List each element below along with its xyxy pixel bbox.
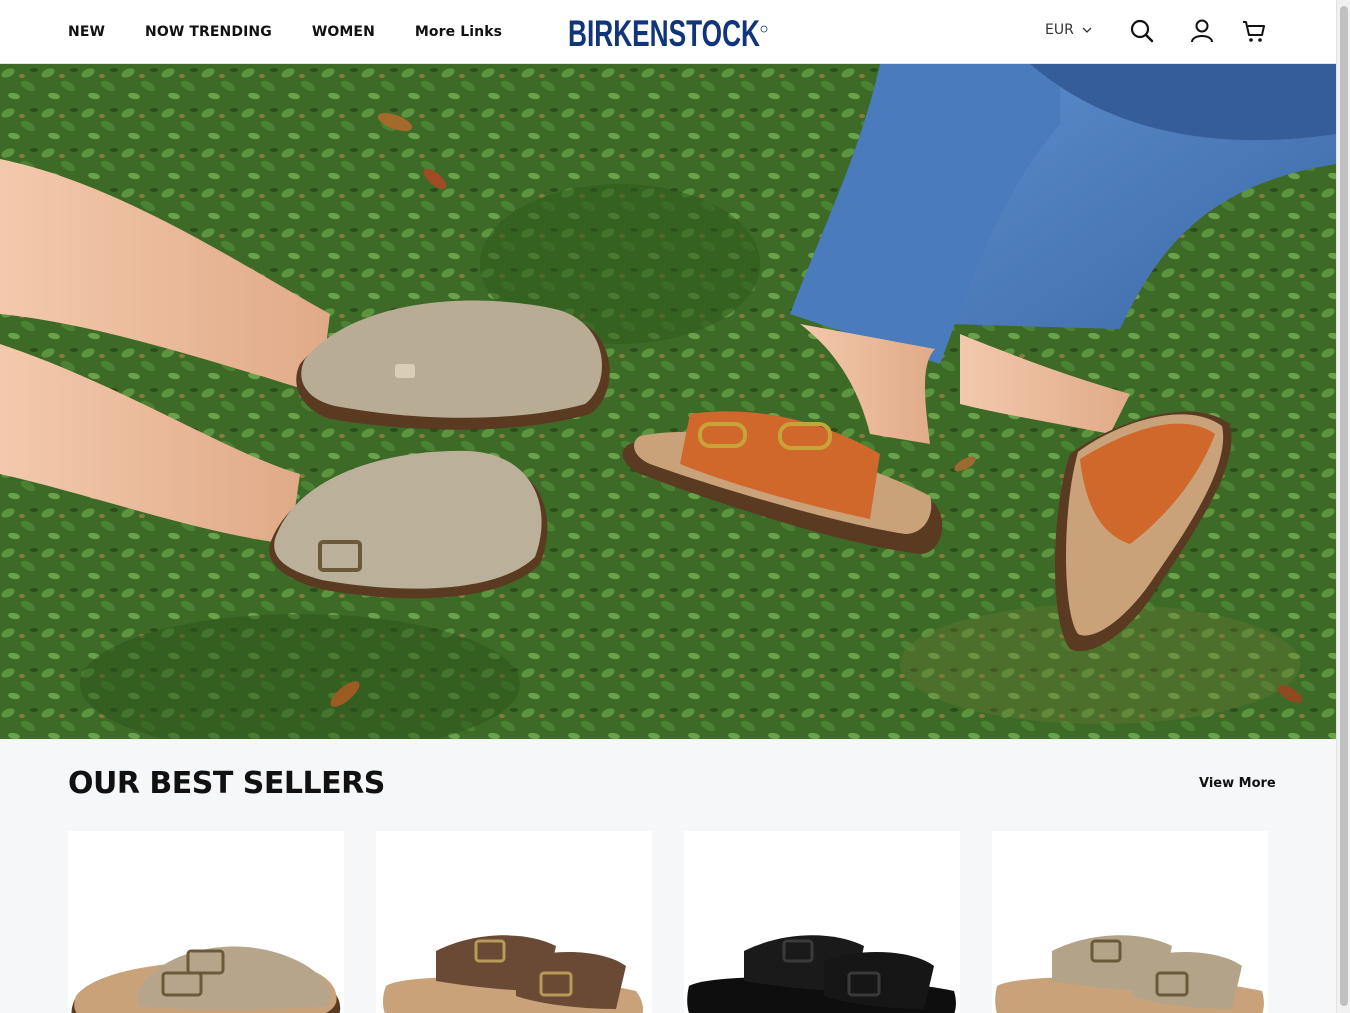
product-image-sandal-black	[687, 935, 956, 1013]
product-grid	[68, 831, 1268, 1013]
product-card[interactable]	[376, 831, 652, 1013]
product-image-clog	[71, 946, 341, 1013]
product-image-sandal	[382, 935, 644, 1013]
account-icon[interactable]	[1189, 18, 1215, 44]
main-nav: NEW NOW TRENDING WOMEN More Links	[68, 0, 502, 64]
search-icon[interactable]	[1129, 18, 1155, 44]
brand-logo[interactable]: BIRKENSTOCK	[568, 13, 768, 51]
product-card[interactable]	[992, 831, 1268, 1013]
hero-image	[0, 64, 1336, 739]
best-sellers-title: OUR BEST SELLERS	[68, 766, 385, 801]
nav-new[interactable]: NEW	[68, 24, 105, 40]
nav-now-trending[interactable]: NOW TRENDING	[145, 24, 272, 40]
product-image-sandal-taupe	[995, 935, 1264, 1013]
scrollbar-thumb[interactable]	[1340, 6, 1348, 1006]
hero-banner[interactable]	[0, 64, 1336, 739]
product-card[interactable]	[684, 831, 960, 1013]
cart-icon[interactable]	[1241, 18, 1267, 44]
page-scrollbar[interactable]	[1336, 0, 1350, 1013]
site-header: NEW NOW TRENDING WOMEN More Links BIRKEN…	[0, 0, 1336, 64]
nav-women[interactable]: WOMEN	[312, 24, 375, 40]
page: NEW NOW TRENDING WOMEN More Links BIRKEN…	[0, 0, 1350, 1013]
nav-more-links[interactable]: More Links	[415, 24, 502, 40]
chevron-down-icon	[1082, 27, 1092, 33]
product-card[interactable]	[68, 831, 344, 1013]
view-more-link[interactable]: View More	[1199, 776, 1276, 791]
currency-label: EUR	[1045, 22, 1074, 38]
currency-selector[interactable]: EUR	[1045, 22, 1092, 38]
brand-logo-text: BIRKENSTOCK	[568, 13, 760, 51]
